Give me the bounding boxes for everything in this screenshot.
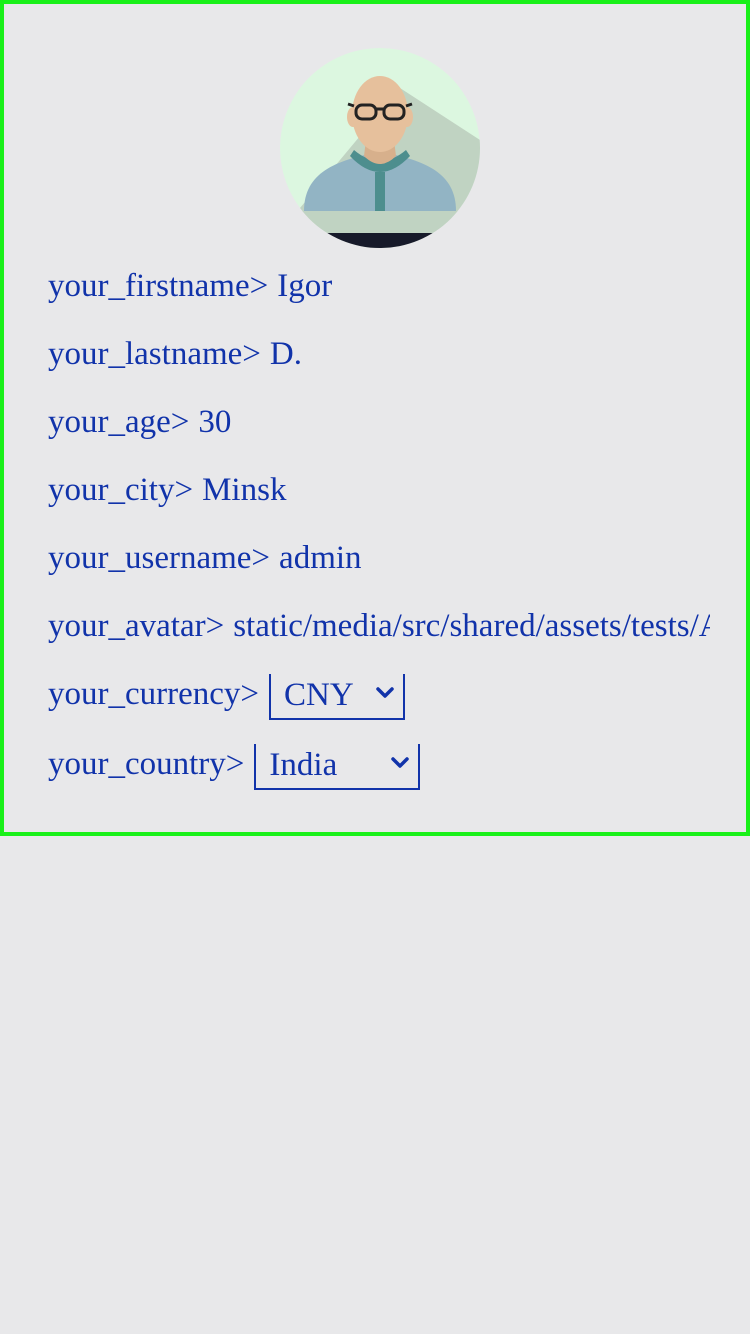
field-lastname: your_lastname> D.	[48, 334, 710, 374]
currency-select[interactable]: CNY	[269, 674, 406, 720]
field-avatar-value: static/media/src/shared/assets/tests/Av	[233, 608, 710, 644]
field-age-value: 30	[198, 404, 232, 440]
field-firstname: your_firstname> Igor	[48, 266, 710, 306]
currency-select-value: CNY	[284, 677, 354, 713]
field-username-value: admin	[279, 540, 362, 576]
user-avatar-icon	[280, 48, 480, 248]
chevron-down-icon	[391, 757, 410, 768]
field-currency-label: your_currency>	[48, 676, 260, 712]
field-firstname-value: Igor	[277, 268, 333, 304]
field-avatar-label: your_avatar>	[48, 608, 225, 644]
field-currency: your_currency> CNY	[48, 674, 710, 726]
country-select[interactable]: India	[254, 744, 421, 790]
field-lastname-value: D.	[269, 336, 302, 372]
field-country: your_country> India	[48, 744, 710, 796]
avatar	[280, 48, 480, 248]
field-lastname-label: your_lastname>	[48, 336, 261, 372]
chevron-down-icon	[376, 687, 394, 698]
field-username-label: your_username>	[48, 540, 271, 576]
field-country-label: your_country>	[48, 746, 245, 782]
field-username: your_username> admin	[48, 538, 710, 578]
profile-card: your_firstname> Igor your_lastname> D. y…	[0, 0, 750, 836]
field-age: your_age> 30	[48, 402, 710, 442]
field-city-value: Minsk	[202, 472, 287, 508]
field-firstname-label: your_firstname>	[48, 268, 269, 304]
field-city: your_city> Minsk	[48, 470, 710, 510]
country-select-value: India	[269, 747, 338, 783]
field-age-label: your_age>	[48, 404, 190, 440]
field-city-label: your_city>	[48, 472, 194, 508]
field-avatar: your_avatar> static/media/src/shared/ass…	[48, 606, 710, 646]
